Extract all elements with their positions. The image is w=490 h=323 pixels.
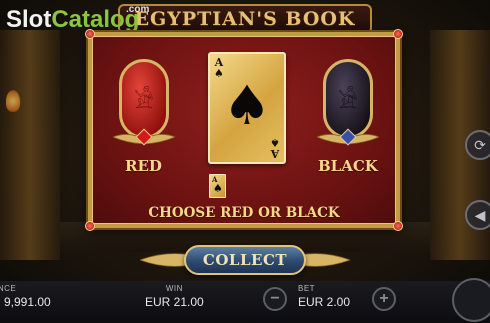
spade-icon: ♠ — [222, 74, 272, 137]
torch-flame — [6, 90, 20, 112]
bottom-bar — [0, 281, 490, 323]
watermark-com: .com — [126, 4, 150, 15]
autoplay-icon: ⟳ — [474, 136, 486, 153]
balance-label: ANCE — [0, 284, 17, 293]
card-corner-bottom: A ♠ — [270, 136, 280, 160]
card-corner-suit: ♠ — [270, 136, 280, 149]
minus-icon: − — [270, 290, 280, 307]
arrow-left-icon: ◀ — [474, 206, 486, 223]
red-label[interactable]: RED — [125, 157, 162, 175]
history-card: A ♠ — [209, 174, 226, 198]
bet-decrease-button[interactable]: − — [263, 287, 287, 311]
collect-label: COLLECT — [202, 251, 288, 269]
red-choice-button[interactable]: 𓀀 — [119, 59, 169, 139]
gamble-dialog: 𓀀 RED 𓀀 BLACK A ♠ ♠ A ♠ A ♠ CHOOSE RED O… — [85, 29, 403, 231]
gamble-card: A ♠ ♠ A ♠ — [208, 52, 286, 164]
game-title-plate: EGYPTIAN'S BOOK — [118, 4, 372, 34]
frame-corner-gem — [85, 29, 95, 39]
balance-display: ANCE R 9,991.00 — [0, 284, 51, 309]
bet-increase-button[interactable]: + — [372, 287, 396, 311]
bet-value: EUR 2.00 — [298, 295, 351, 309]
gamble-instruction: CHOOSE RED OR BLACK — [148, 205, 340, 221]
card-rank: A — [270, 147, 280, 160]
win-value: EUR 21.00 — [145, 295, 204, 309]
gamble-panel: 𓀀 RED 𓀀 BLACK A ♠ ♠ A ♠ A ♠ CHOOSE RED O… — [85, 29, 403, 231]
balance-value: R 9,991.00 — [0, 295, 51, 309]
left-pillar — [0, 30, 60, 260]
win-display: WIN EUR 21.00 — [145, 284, 204, 309]
frame-corner-gem — [85, 221, 95, 231]
autoplay-button[interactable]: ⟳ — [465, 130, 490, 160]
bet-display: BET EUR 2.00 — [298, 284, 350, 309]
frame-corner-gem — [393, 29, 403, 39]
spin-button[interactable] — [452, 278, 490, 322]
collect-area: COLLECT — [140, 241, 350, 281]
game-title: EGYPTIAN'S BOOK — [134, 8, 356, 30]
watermark-slot: Slot — [6, 6, 52, 33]
history-card-suit: ♠ — [213, 182, 223, 195]
bet-label: BET — [298, 284, 316, 293]
collect-button[interactable]: COLLECT — [184, 245, 306, 275]
hieroglyph-icon: 𓀀 — [134, 89, 154, 114]
frame-corner-gem — [393, 221, 403, 231]
plus-icon: + — [379, 290, 389, 307]
hieroglyph-icon: 𓀀 — [338, 89, 358, 114]
side-menu-button[interactable]: ◀ — [465, 200, 490, 230]
black-choice-button[interactable]: 𓀀 — [323, 59, 373, 139]
black-label[interactable]: BLACK — [318, 157, 378, 175]
win-label: WIN — [165, 284, 183, 293]
